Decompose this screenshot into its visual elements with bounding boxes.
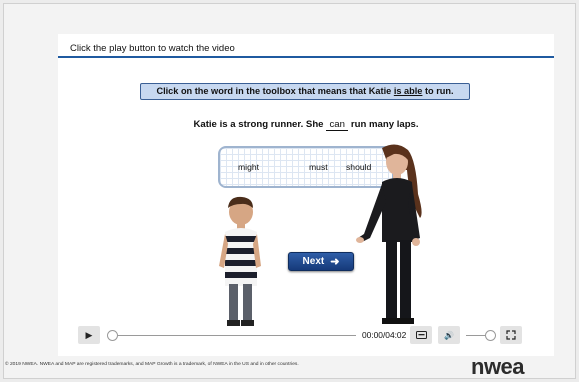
question-emphasis: is able	[393, 86, 423, 96]
sentence-start: Katie is a strong runner. She	[193, 119, 327, 130]
captions-button[interactable]	[410, 326, 432, 344]
play-icon: ▶	[85, 329, 93, 340]
fullscreen-button[interactable]	[500, 326, 522, 344]
toolbox-word-must[interactable]: must	[309, 162, 328, 172]
video-controls: ▶ 00:00/04:02 🔊	[74, 322, 525, 348]
toolbox-word-might[interactable]: might	[238, 162, 259, 172]
question-suffix: to run.	[422, 86, 454, 96]
progress-track[interactable]	[112, 335, 356, 336]
volume-button[interactable]: 🔊	[438, 326, 460, 344]
video-content: Click the play button to watch the video…	[58, 34, 554, 356]
volume-icon: 🔊	[444, 330, 454, 340]
question-box: Click on the word in the toolbox that me…	[140, 83, 470, 100]
boy-figure	[219, 196, 261, 326]
play-button[interactable]: ▶	[78, 326, 100, 344]
arrow-right-icon: ➜	[330, 256, 340, 268]
next-label: Next	[302, 256, 325, 267]
girl-figure	[356, 144, 422, 324]
sentence-end: run many laps.	[348, 119, 419, 130]
example-sentence: Katie is a strong runner. She can run ma…	[58, 119, 554, 131]
time-display: 00:00/04:02	[362, 330, 407, 340]
fullscreen-icon	[506, 330, 516, 340]
question-prefix: Click on the word in the toolbox that me…	[156, 86, 394, 96]
header-divider	[58, 56, 554, 58]
instruction-text: Click the play button to watch the video	[70, 43, 235, 54]
next-button[interactable]: Next ➜	[288, 252, 354, 271]
nwea-logo: nwea	[471, 354, 525, 379]
volume-handle[interactable]	[484, 330, 496, 341]
legal-notice: © 2019 NWEA. NWEA and MAP are registered…	[5, 362, 299, 367]
captions-icon	[415, 331, 427, 339]
sentence-blank: can	[326, 119, 349, 131]
progress-handle[interactable]	[107, 330, 118, 341]
